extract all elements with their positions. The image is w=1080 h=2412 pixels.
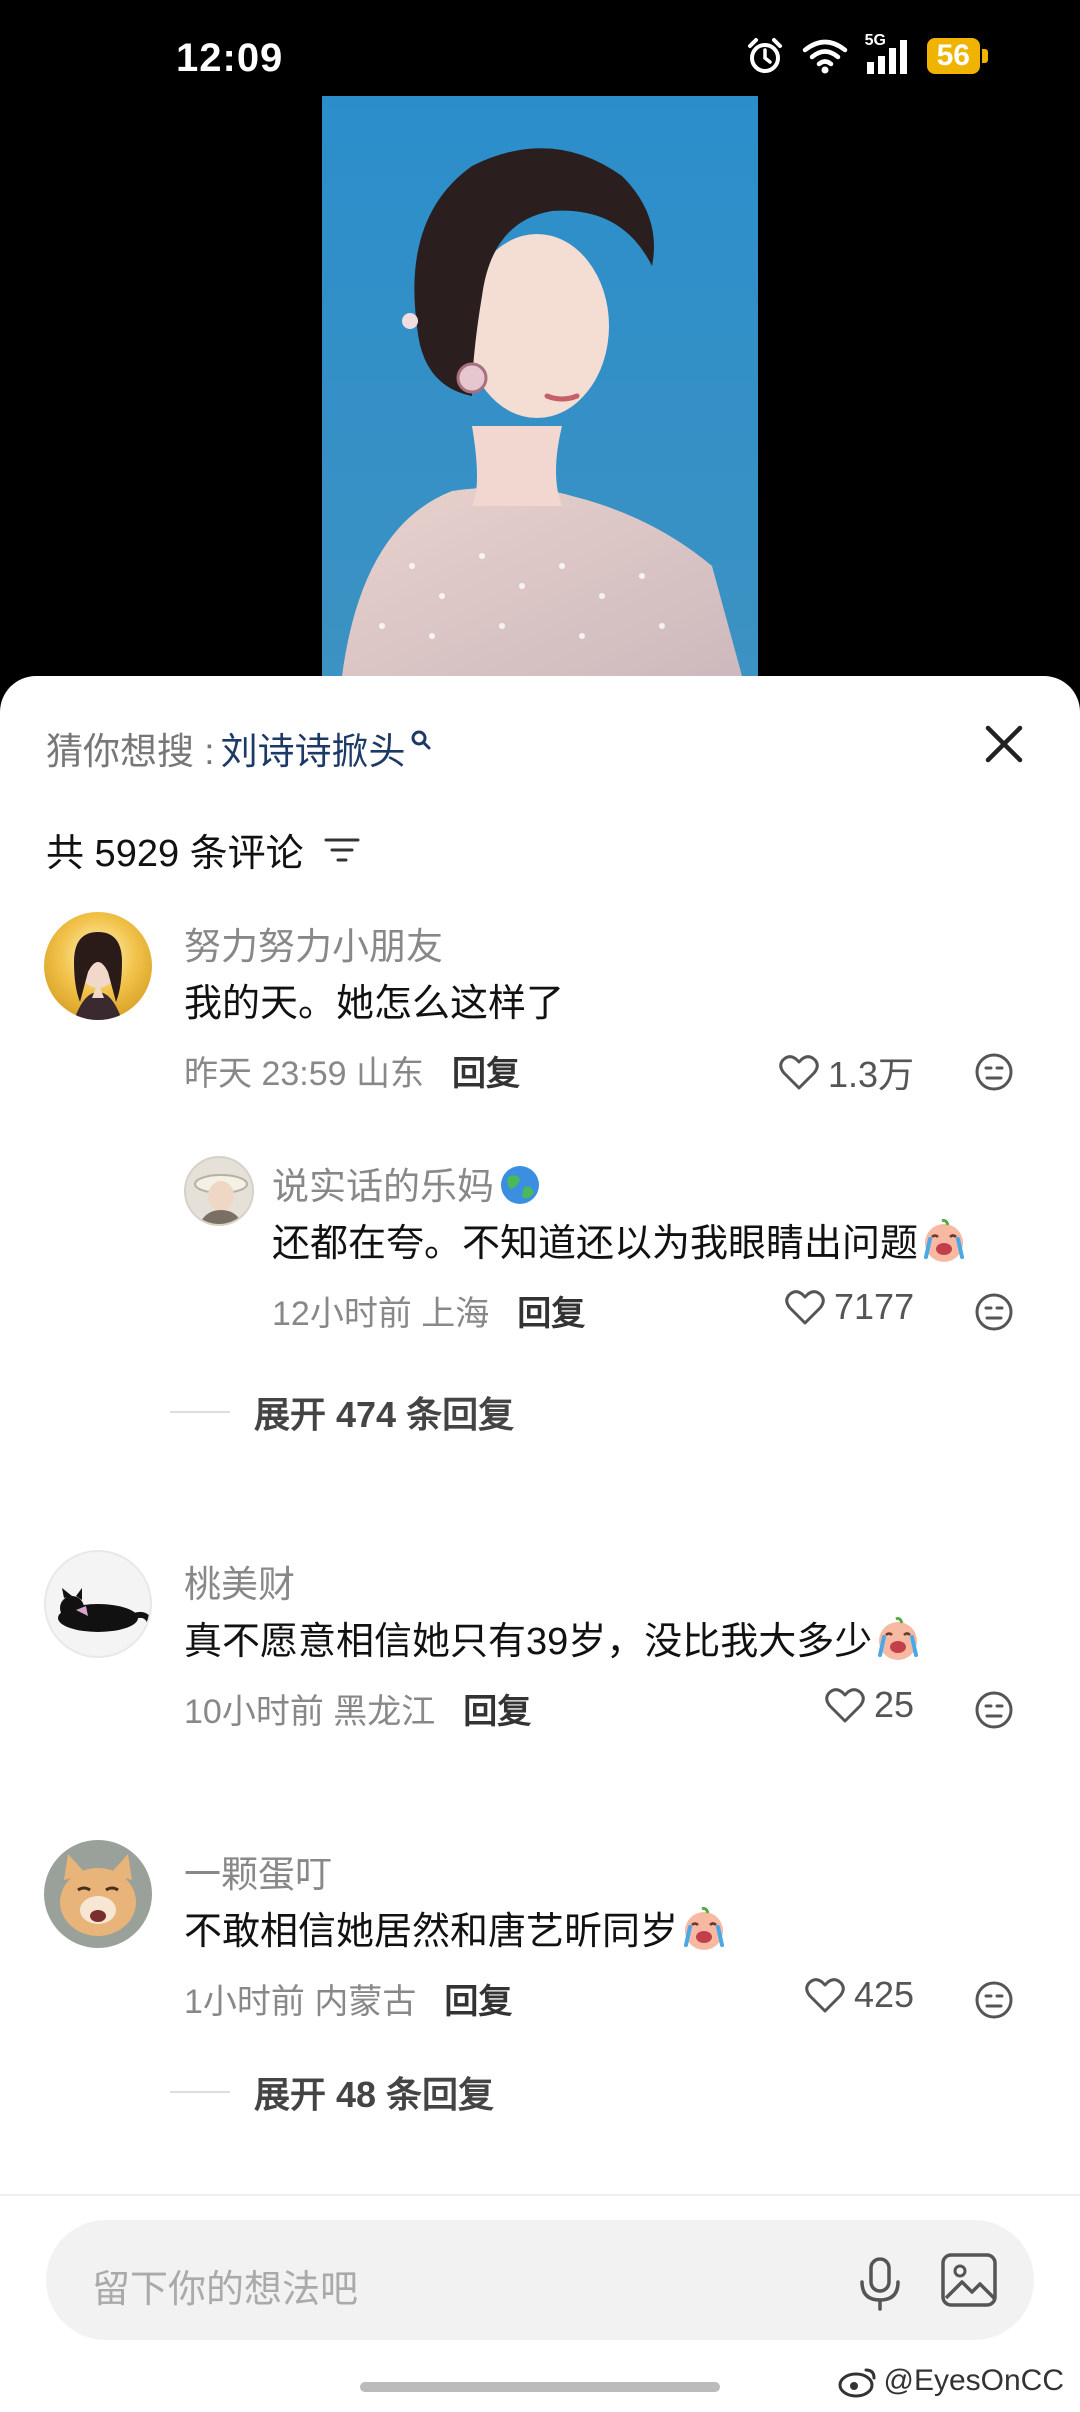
expand-replies-button[interactable]: 展开 474 条回复 bbox=[170, 1386, 514, 1438]
comment-text[interactable]: 我的天。她怎么这样了 bbox=[184, 972, 564, 1027]
reply-author[interactable]: 说实话的乐妈 bbox=[272, 1156, 542, 1216]
crying-emoji-icon bbox=[874, 1615, 922, 1673]
search-suggestion-keyword[interactable]: 刘诗诗掀头 bbox=[221, 721, 406, 775]
close-icon[interactable] bbox=[980, 720, 1028, 768]
microphone-icon[interactable] bbox=[856, 2256, 904, 2312]
weibo-icon bbox=[838, 2368, 875, 2398]
comment-meta: 10小时前 黑龙江 回复 bbox=[184, 1684, 531, 1733]
comment-count-header: 共 5929 条评论 bbox=[46, 822, 360, 877]
comment-time-location: 1小时前 内蒙古 bbox=[184, 1983, 417, 2021]
avatar[interactable] bbox=[44, 1840, 152, 1948]
comment-text-content: 真不愿意相信她只有39岁，没比我大多少 bbox=[184, 1621, 873, 1663]
crying-emoji-icon bbox=[920, 1217, 968, 1275]
search-suggestion[interactable]: 猜你想搜 : 刘诗诗掀头 bbox=[46, 718, 432, 778]
alarm-icon bbox=[747, 38, 782, 73]
comment-count: 共 5929 条评论 bbox=[46, 833, 304, 875]
expand-replies-label: 展开 474 条回复 bbox=[254, 1394, 515, 1435]
expand-divider bbox=[170, 1411, 230, 1413]
comment-time-location: 昨天 23:59 山东 bbox=[184, 1055, 424, 1093]
wifi-icon bbox=[802, 39, 847, 74]
search-suggestion-prefix: 猜你想搜 : bbox=[46, 731, 215, 772]
home-indicator[interactable] bbox=[360, 2382, 720, 2392]
like-count: 7177 bbox=[834, 1286, 915, 1327]
battery-level: 56 bbox=[926, 38, 980, 74]
comment-input-placeholder: 留下你的想法吧 bbox=[92, 2269, 359, 2311]
reply-time-location: 12小时前 上海 bbox=[272, 1295, 490, 1333]
emoji-reaction-icon[interactable] bbox=[974, 1052, 1014, 1092]
signal-icon: 5G bbox=[865, 32, 911, 76]
comment-meta: 昨天 23:59 山东 回复 bbox=[184, 1046, 520, 1095]
image-icon[interactable] bbox=[940, 2252, 998, 2308]
sort-filter-icon[interactable] bbox=[324, 835, 360, 865]
expand-divider bbox=[170, 2091, 230, 2093]
heart-icon bbox=[825, 1688, 865, 1723]
reply-button[interactable]: 回复 bbox=[444, 1974, 512, 2023]
comment-time-location: 10小时前 黑龙江 bbox=[184, 1693, 436, 1731]
like-button[interactable]: 1.3万 bbox=[778, 1046, 914, 1098]
comment-input[interactable]: 留下你的想法吧 bbox=[46, 2220, 1034, 2340]
like-button[interactable]: 425 bbox=[804, 1974, 914, 2016]
status-time: 12:09 bbox=[176, 36, 284, 80]
comment-author[interactable]: 桃美财 bbox=[184, 1554, 295, 1608]
comment-author[interactable]: 一颗蛋叮 bbox=[184, 1844, 332, 1898]
reply-button[interactable]: 回复 bbox=[517, 1286, 585, 1335]
input-divider bbox=[0, 2194, 1080, 2196]
heart-icon bbox=[779, 1055, 819, 1090]
like-button[interactable]: 25 bbox=[824, 1684, 914, 1726]
emoji-reaction-icon[interactable] bbox=[974, 1690, 1014, 1730]
heart-icon bbox=[785, 1290, 825, 1325]
emoji-reaction-icon[interactable] bbox=[974, 1292, 1014, 1332]
expand-replies-button[interactable]: 展开 48 条回复 bbox=[170, 2066, 494, 2118]
reply-text[interactable]: 还都在夸。不知道还以为我眼睛出问题 bbox=[272, 1212, 968, 1275]
reply-author-name[interactable]: 说实话的乐妈 bbox=[272, 1166, 494, 1207]
comments-sheet: 猜你想搜 : 刘诗诗掀头 共 5929 条评论 努力努力小朋友 我的天。她怎么这… bbox=[0, 676, 1080, 2412]
comment-meta: 1小时前 内蒙古 回复 bbox=[184, 1974, 512, 2023]
expand-replies-label: 展开 48 条回复 bbox=[254, 2074, 495, 2115]
avatar[interactable] bbox=[44, 1550, 152, 1658]
crying-emoji-icon bbox=[680, 1905, 728, 1963]
comment-author[interactable]: 努力努力小朋友 bbox=[184, 916, 443, 970]
globe-emoji-icon bbox=[498, 1163, 542, 1216]
battery-icon: 56 bbox=[926, 38, 988, 74]
reply-meta: 12小时前 上海 回复 bbox=[272, 1286, 585, 1335]
like-count: 425 bbox=[854, 1974, 915, 2015]
reply-avatar[interactable] bbox=[184, 1156, 254, 1226]
reply-text-content: 还都在夸。不知道还以为我眼睛出问题 bbox=[272, 1223, 919, 1265]
like-count: 25 bbox=[874, 1684, 915, 1725]
reply-button[interactable]: 回复 bbox=[452, 1046, 520, 1095]
watermark: @EyesOnCC bbox=[838, 2364, 1065, 2398]
search-icon bbox=[411, 730, 431, 750]
comment-text-content: 不敢相信她居然和唐艺昕同岁 bbox=[184, 1911, 679, 1953]
like-count: 1.3万 bbox=[828, 1054, 915, 1095]
watermark-text: @EyesOnCC bbox=[883, 2364, 1065, 2397]
like-button[interactable]: 7177 bbox=[784, 1286, 914, 1328]
status-icons: 5G 56 bbox=[745, 32, 988, 76]
emoji-reaction-icon[interactable] bbox=[974, 1980, 1014, 2020]
comment-text[interactable]: 不敢相信她居然和唐艺昕同岁 bbox=[184, 1900, 728, 1963]
comment-text[interactable]: 真不愿意相信她只有39岁，没比我大多少 bbox=[184, 1610, 922, 1673]
heart-icon bbox=[805, 1978, 845, 2013]
avatar[interactable] bbox=[44, 912, 152, 1020]
reply-button[interactable]: 回复 bbox=[463, 1684, 531, 1733]
video-frame[interactable] bbox=[322, 96, 758, 676]
video-portrait-image bbox=[322, 96, 758, 676]
